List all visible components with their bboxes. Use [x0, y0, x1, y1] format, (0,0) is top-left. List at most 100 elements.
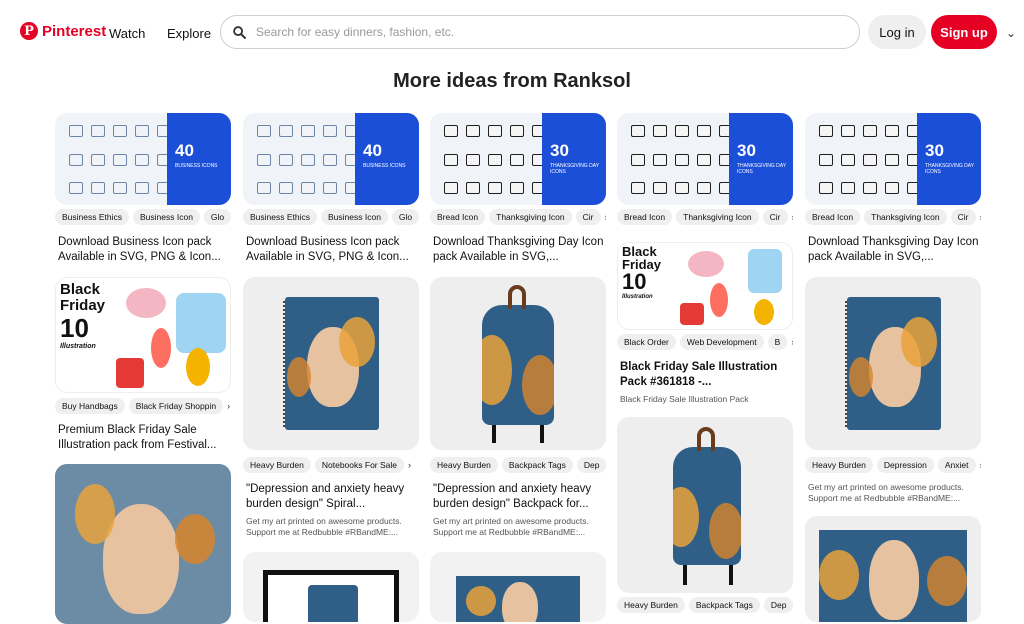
pinterest-icon: P — [20, 22, 38, 40]
pin-image-art-print[interactable] — [805, 516, 981, 622]
pin-image-spiral-notebook[interactable] — [243, 277, 419, 450]
pin-image-backpack[interactable] — [617, 417, 793, 593]
chevron-right-icon[interactable]: › — [791, 337, 793, 347]
tag[interactable]: Glo — [391, 209, 419, 225]
backpack-handle — [508, 285, 526, 309]
pin-tags: Black Order Web Development B › — [617, 334, 793, 350]
spiral-binding — [283, 301, 289, 427]
backpack-art — [673, 447, 741, 565]
pin-tags: Bread Icon Thanksgiving Icon Cir › — [805, 209, 981, 225]
tag[interactable]: Dep — [763, 597, 793, 613]
search-input[interactable] — [254, 24, 818, 40]
tag[interactable]: Business Icon — [133, 209, 200, 225]
tag[interactable]: Heavy Burden — [805, 457, 873, 473]
pin-image-business-icons[interactable]: 40 BUSINESS ICONS — [243, 113, 419, 205]
search-bar[interactable] — [220, 15, 860, 49]
tag[interactable]: Heavy Burden — [430, 457, 498, 473]
tag[interactable]: Thanksgiving Icon — [676, 209, 759, 225]
tag[interactable]: Business Ethics — [55, 209, 129, 225]
tag[interactable]: Heavy Burden — [243, 457, 311, 473]
pin-tags: Heavy Burden Backpack Tags Dep › — [617, 597, 793, 613]
nav-explore[interactable]: Explore — [167, 26, 211, 41]
tag[interactable]: Thanksgiving Icon — [864, 209, 947, 225]
icon-pack-panel: 30 THANKSGIVING DAY ICONS — [729, 113, 793, 205]
tag[interactable]: Depression — [876, 457, 934, 473]
tag[interactable]: Cir — [950, 209, 976, 225]
chevron-right-icon[interactable]: › — [980, 460, 982, 470]
pin-description: Black Friday Sale Illustration Pack — [620, 394, 749, 404]
icon-count: 30 — [550, 141, 569, 160]
login-button[interactable]: Log in — [868, 15, 926, 49]
tag[interactable]: Thanksgiving Icon — [489, 209, 572, 225]
icon-grid — [243, 113, 359, 205]
chevron-right-icon[interactable]: › — [227, 401, 230, 411]
tag[interactable]: Business Ethics — [243, 209, 317, 225]
chevron-right-icon[interactable]: › — [980, 212, 982, 222]
pin-title[interactable]: Black Friday Sale Illustration Pack #361… — [620, 360, 792, 390]
section-title: More ideas from Ranksol — [393, 70, 631, 92]
pin-image-art-print[interactable] — [430, 552, 606, 622]
icon-pack-subtitle: BUSINESS ICONS — [363, 163, 406, 169]
pinterest-logo[interactable]: P Pinterest — [20, 22, 106, 40]
icon-count: 30 — [925, 141, 944, 160]
pin-image-thanksgiving-icons[interactable]: 30 THANKSGIVING DAY ICONS — [805, 113, 981, 205]
tag[interactable]: Dep — [576, 457, 606, 473]
chevron-down-icon[interactable]: ⌄ — [1006, 26, 1016, 40]
notebook-art — [847, 297, 941, 430]
icon-count: 40 — [175, 141, 194, 160]
pin-image-thanksgiving-icons[interactable]: 30 THANKSGIVING DAY ICONS — [617, 113, 793, 205]
tag[interactable]: Backpack Tags — [501, 457, 573, 473]
spiral-binding — [845, 301, 851, 427]
pin-title[interactable]: Download Business Icon pack Available in… — [58, 235, 230, 265]
tag[interactable]: B — [767, 334, 788, 350]
tag[interactable]: Glo — [203, 209, 231, 225]
pin-tags: Bread Icon Thanksgiving Icon Cir › — [430, 209, 606, 225]
pin-title[interactable]: Download Thanksgiving Day Icon pack Avai… — [433, 235, 605, 265]
pin-title[interactable]: Download Thanksgiving Day Icon pack Avai… — [808, 235, 980, 265]
pin-description: Get my art printed on awesome products. … — [808, 482, 964, 503]
icon-grid — [617, 113, 733, 205]
pin-title[interactable]: Premium Black Friday Sale Illustration p… — [58, 423, 230, 453]
frame — [263, 570, 399, 622]
pin-image-backpack[interactable] — [430, 277, 606, 450]
notebook-art — [285, 297, 379, 430]
search-icon — [233, 25, 246, 39]
black-friday-text: Black Friday 10 Illustration — [60, 281, 106, 351]
chevron-right-icon[interactable]: › — [792, 212, 794, 222]
pin-tags: Heavy Burden Notebooks For Sale › — [243, 457, 419, 473]
chevron-right-icon[interactable]: › — [605, 212, 607, 222]
pin-image-thanksgiving-icons[interactable]: 30 THANKSGIVING DAY ICONS — [430, 113, 606, 205]
icon-grid — [430, 113, 546, 205]
tag[interactable]: Business Icon — [321, 209, 388, 225]
tag[interactable]: Notebooks For Sale — [314, 457, 404, 473]
nav-watch[interactable]: Watch — [109, 26, 145, 41]
pin-image-business-icons[interactable]: 40 BUSINESS ICONS — [55, 113, 231, 205]
pin-title[interactable]: Download Business Icon pack Available in… — [246, 235, 418, 265]
signup-button[interactable]: Sign up — [931, 15, 997, 49]
pin-image-black-friday[interactable]: Black Friday 10 Illustration — [617, 242, 793, 330]
pin-image-framed-print[interactable] — [243, 552, 419, 622]
tag[interactable]: Bread Icon — [617, 209, 673, 225]
tag[interactable]: Bread Icon — [805, 209, 861, 225]
pin-title[interactable]: "Depression and anxiety heavy burden des… — [246, 482, 418, 512]
tag[interactable]: Black Order — [617, 334, 676, 350]
chevron-right-icon[interactable]: › — [408, 460, 411, 470]
pin-image-black-friday[interactable]: Black Friday 10 Illustration — [55, 277, 231, 393]
tag[interactable]: Web Development — [679, 334, 764, 350]
icon-pack-subtitle: THANKSGIVING DAY ICONS — [737, 163, 786, 175]
tag[interactable]: Buy Handbags — [55, 398, 125, 414]
black-friday-text: Black Friday 10 Illustration — [622, 244, 662, 300]
tag[interactable]: Heavy Burden — [617, 597, 685, 613]
tag[interactable]: Cir — [575, 209, 601, 225]
tag[interactable]: Backpack Tags — [688, 597, 760, 613]
tag[interactable]: Black Friday Shoppin — [128, 398, 224, 414]
tag[interactable]: Bread Icon — [430, 209, 486, 225]
pin-image-portrait-art[interactable] — [55, 464, 231, 624]
pin-tags: Business Ethics Business Icon Glo › — [243, 209, 419, 225]
backpack-art — [482, 305, 554, 425]
tag[interactable]: Cir — [762, 209, 788, 225]
icon-grid — [805, 113, 921, 205]
tag[interactable]: Anxiet — [937, 457, 976, 473]
pin-title[interactable]: "Depression and anxiety heavy burden des… — [433, 482, 605, 512]
pin-image-spiral-notebook[interactable] — [805, 277, 981, 450]
